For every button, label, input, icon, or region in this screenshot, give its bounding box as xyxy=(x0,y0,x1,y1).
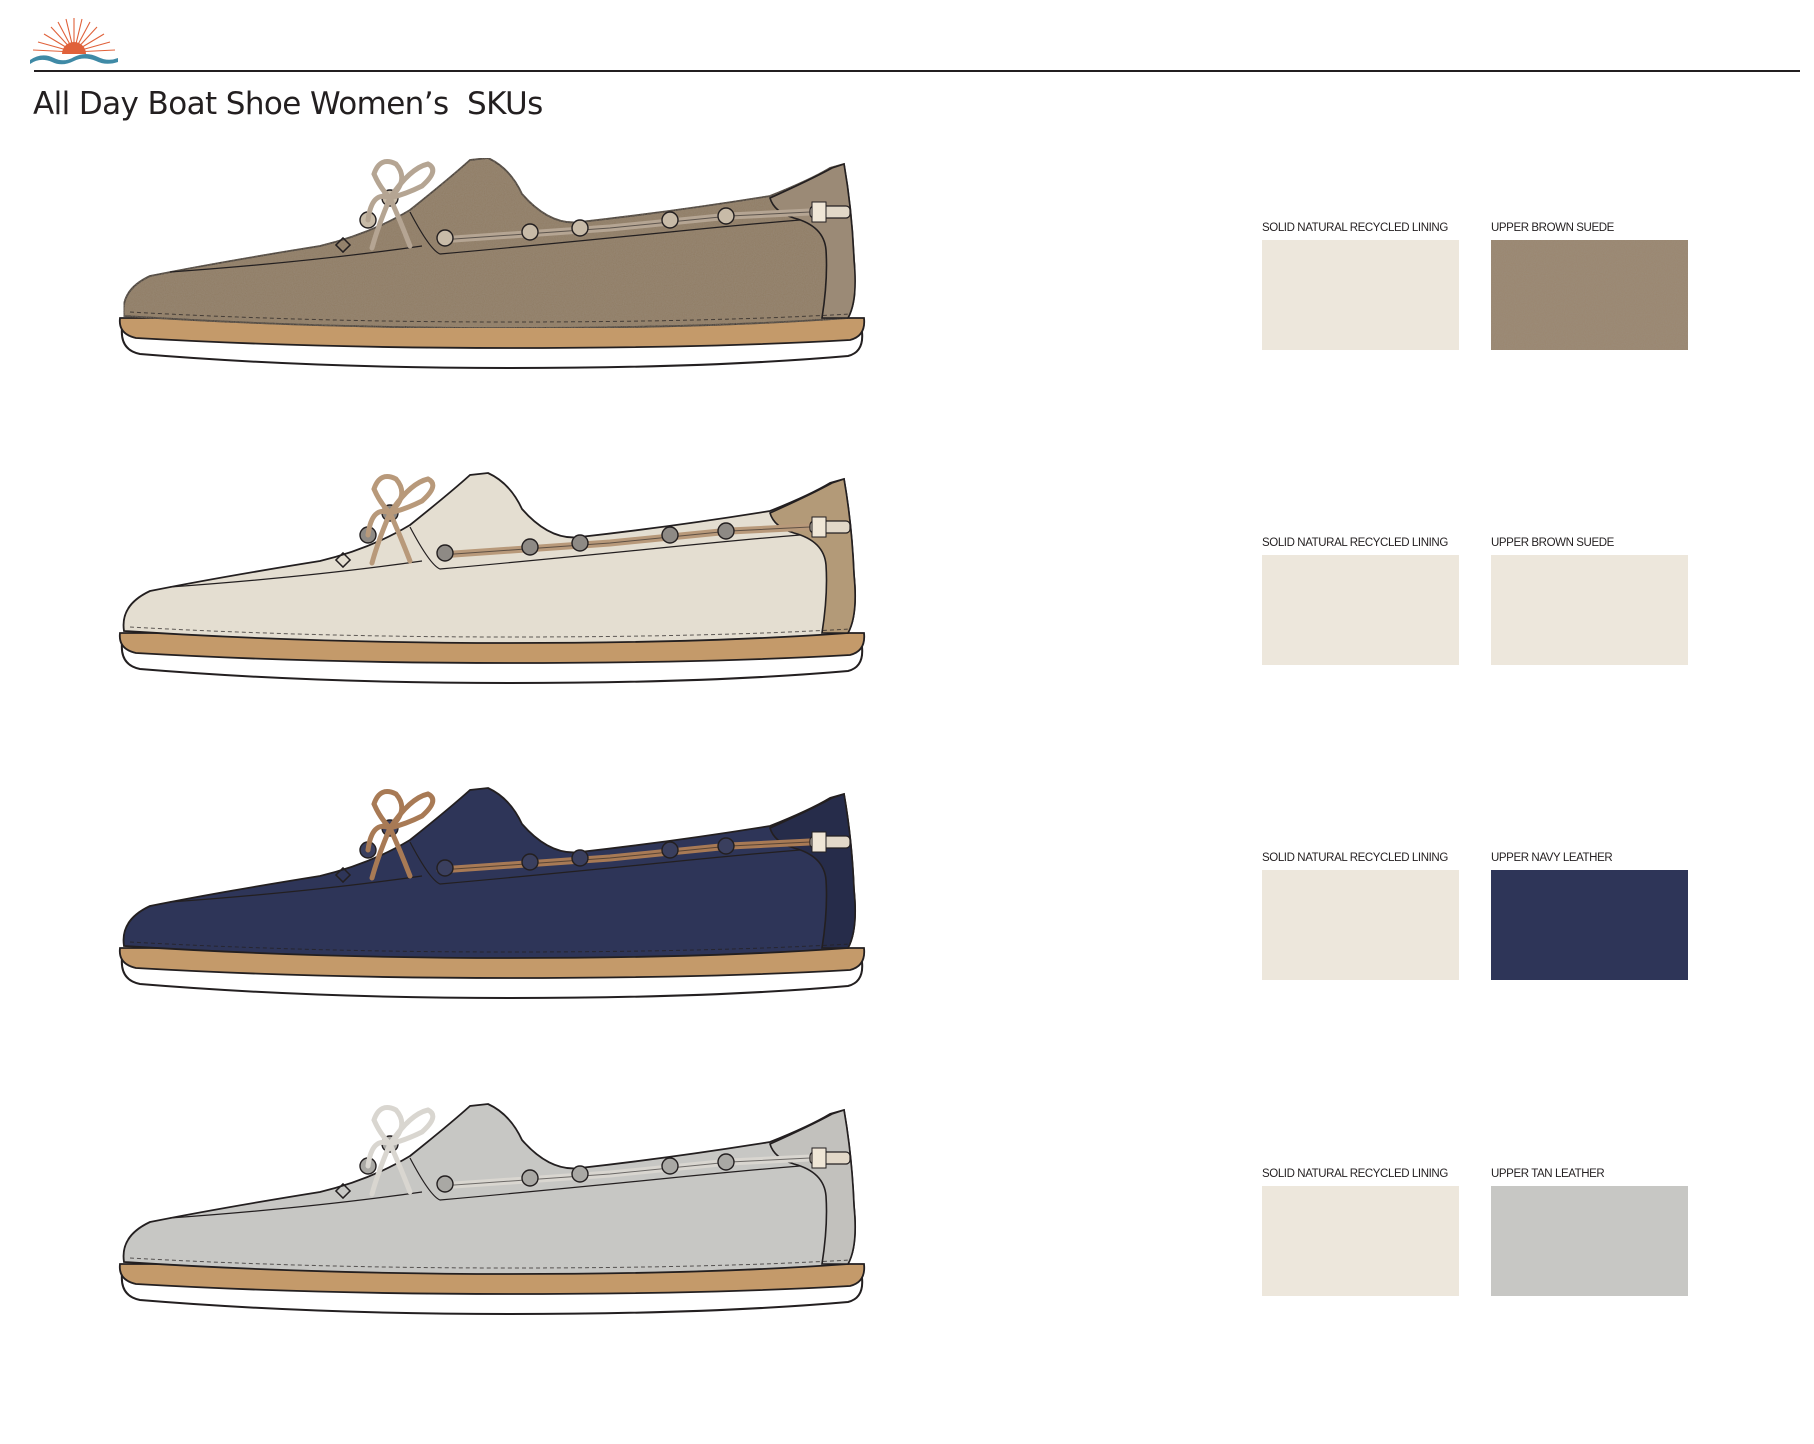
shoe-upper xyxy=(122,157,857,329)
upper-swatch-group: UPPER BROWN SUEDE xyxy=(1491,220,1688,350)
lining-swatch-group: SOLID NATURAL RECYCLED LINING xyxy=(1262,535,1459,665)
lining-swatch-label: SOLID NATURAL RECYCLED LINING xyxy=(1262,1168,1448,1180)
sku-row-2: SOLID NATURAL RECYCLED LINING UPPER BROW… xyxy=(0,465,1814,765)
sku-row-3: SOLID NATURAL RECYCLED LINING UPPER NAVY… xyxy=(0,780,1814,1080)
shoe-upper xyxy=(122,787,857,959)
upper-swatch-group: UPPER NAVY LEATHER xyxy=(1491,850,1688,980)
upper-swatch-label: UPPER NAVY LEATHER xyxy=(1491,852,1613,864)
lining-swatch xyxy=(1262,555,1459,665)
shoe-upper xyxy=(122,1103,857,1275)
lining-swatch-label: SOLID NATURAL RECYCLED LINING xyxy=(1262,222,1448,234)
upper-swatch-label: UPPER BROWN SUEDE xyxy=(1491,537,1614,549)
lining-swatch xyxy=(1262,1186,1459,1296)
lining-swatch-group: SOLID NATURAL RECYCLED LINING xyxy=(1262,850,1459,980)
sku-row-1: SOLID NATURAL RECYCLED LINING UPPER BROW… xyxy=(0,150,1814,450)
lining-swatch-group: SOLID NATURAL RECYCLED LINING xyxy=(1262,220,1459,350)
wave-icon xyxy=(30,54,118,65)
lining-swatch-label: SOLID NATURAL RECYCLED LINING xyxy=(1262,537,1448,549)
upper-swatch-group: UPPER BROWN SUEDE xyxy=(1491,535,1688,665)
lining-swatch-group: SOLID NATURAL RECYCLED LINING xyxy=(1262,1166,1459,1296)
page-title: All Day Boat Shoe Women’s SKUs xyxy=(33,86,543,122)
upper-swatch-group: UPPER TAN LEATHER xyxy=(1491,1166,1688,1296)
upper-swatch xyxy=(1491,555,1688,665)
boat-shoe-illustration xyxy=(118,1103,866,1316)
boat-shoe-illustration xyxy=(118,472,866,685)
upper-swatch xyxy=(1491,240,1688,350)
shoe-upper xyxy=(122,472,857,644)
upper-swatch-label: UPPER BROWN SUEDE xyxy=(1491,222,1614,234)
upper-swatch xyxy=(1491,1186,1688,1296)
upper-swatch-label: UPPER TAN LEATHER xyxy=(1491,1168,1605,1180)
sun-icon xyxy=(62,42,86,54)
sunrise-logo xyxy=(30,18,118,65)
sku-row-4: SOLID NATURAL RECYCLED LINING UPPER TAN … xyxy=(0,1096,1814,1396)
lining-swatch-label: SOLID NATURAL RECYCLED LINING xyxy=(1262,852,1448,864)
upper-swatch xyxy=(1491,870,1688,980)
boat-shoe-illustration xyxy=(118,157,866,370)
boat-shoe-illustration xyxy=(118,787,866,1000)
lining-swatch xyxy=(1262,240,1459,350)
lining-swatch xyxy=(1262,870,1459,980)
header-rule xyxy=(34,70,1800,72)
